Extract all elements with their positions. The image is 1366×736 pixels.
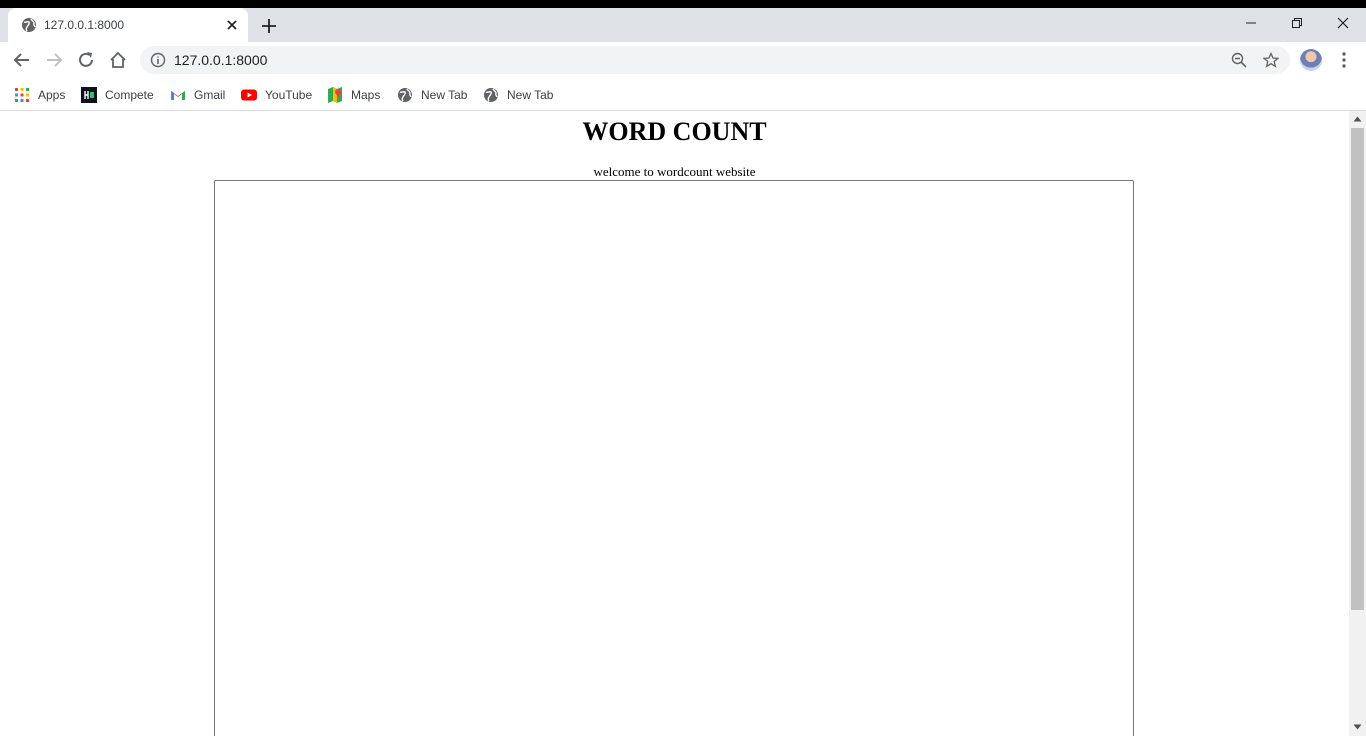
new-tab-plus-icon[interactable] (259, 16, 279, 36)
bookmark-label: New Tab (507, 88, 554, 102)
browser-toolbar: 127.0.0.1:8000 (0, 42, 1366, 79)
globe-icon (484, 88, 498, 102)
youtube-icon (241, 89, 257, 101)
globe-icon (398, 88, 412, 102)
more-menu-icon[interactable] (1336, 50, 1352, 70)
tab-strip: 127.0.0.1:8000 (0, 8, 1366, 42)
tab-title: 127.0.0.1:8000 (44, 18, 125, 32)
home-icon[interactable] (108, 50, 128, 70)
maps-icon (328, 87, 342, 103)
restore-icon (1292, 18, 1302, 28)
window-top-edge (0, 0, 1366, 8)
profile-avatar[interactable] (1300, 49, 1322, 71)
gmail-icon (171, 91, 185, 100)
bookmark-gmail[interactable]: Gmail (170, 83, 225, 107)
bookmark-compete[interactable]: Compete (81, 83, 154, 107)
address-url[interactable]: 127.0.0.1:8000 (174, 52, 267, 68)
restore-button[interactable] (1274, 8, 1320, 38)
page-subtitle: welcome to wordcount website (593, 164, 756, 179)
page-viewport: WORD COUNT welcome to wordcount website (0, 111, 1349, 736)
close-window-button[interactable] (1320, 8, 1366, 38)
minimize-icon (1246, 22, 1256, 24)
scroll-up-arrow-icon[interactable] (1353, 115, 1362, 123)
bookmark-label: YouTube (265, 88, 313, 102)
bookmark-label: Apps (38, 88, 66, 102)
site-info-icon[interactable] (150, 52, 166, 68)
bookmark-new-tab-2[interactable]: New Tab (483, 83, 553, 107)
bookmark-youtube[interactable]: YouTube (241, 83, 312, 107)
bookmark-label: Maps (351, 88, 381, 102)
bookmark-label: New Tab (421, 88, 468, 102)
zoom-out-icon[interactable] (1231, 52, 1247, 68)
bookmark-label: Compete (105, 88, 154, 102)
bookmark-label: Gmail (194, 88, 226, 102)
bookmark-apps[interactable]: Apps (14, 83, 65, 107)
text-input-area[interactable] (214, 180, 1134, 736)
globe-icon (22, 18, 36, 32)
reload-icon[interactable] (76, 50, 96, 70)
bookmark-maps[interactable]: Maps (327, 83, 380, 107)
address-bar[interactable]: 127.0.0.1:8000 (140, 46, 1290, 74)
bookmarks-bar: Apps Compete Gmail YouTube Maps New Tab … (0, 79, 1366, 111)
apps-grid-icon (15, 88, 29, 102)
scroll-down-arrow-icon[interactable] (1353, 723, 1362, 731)
browser-tab[interactable]: 127.0.0.1:8000 (8, 8, 248, 42)
scrollbar-thumb[interactable] (1351, 128, 1364, 610)
close-tab-icon[interactable] (224, 17, 240, 33)
bookmark-star-icon[interactable] (1263, 52, 1279, 68)
back-arrow-icon[interactable] (12, 50, 32, 70)
bookmark-new-tab-1[interactable]: New Tab (397, 83, 467, 107)
forward-arrow-icon[interactable] (44, 50, 64, 70)
hackerrank-icon (81, 87, 97, 103)
close-icon (1337, 17, 1349, 29)
page-title: WORD COUNT (582, 117, 767, 146)
minimize-button[interactable] (1228, 8, 1274, 38)
vertical-scrollbar[interactable] (1349, 111, 1366, 736)
